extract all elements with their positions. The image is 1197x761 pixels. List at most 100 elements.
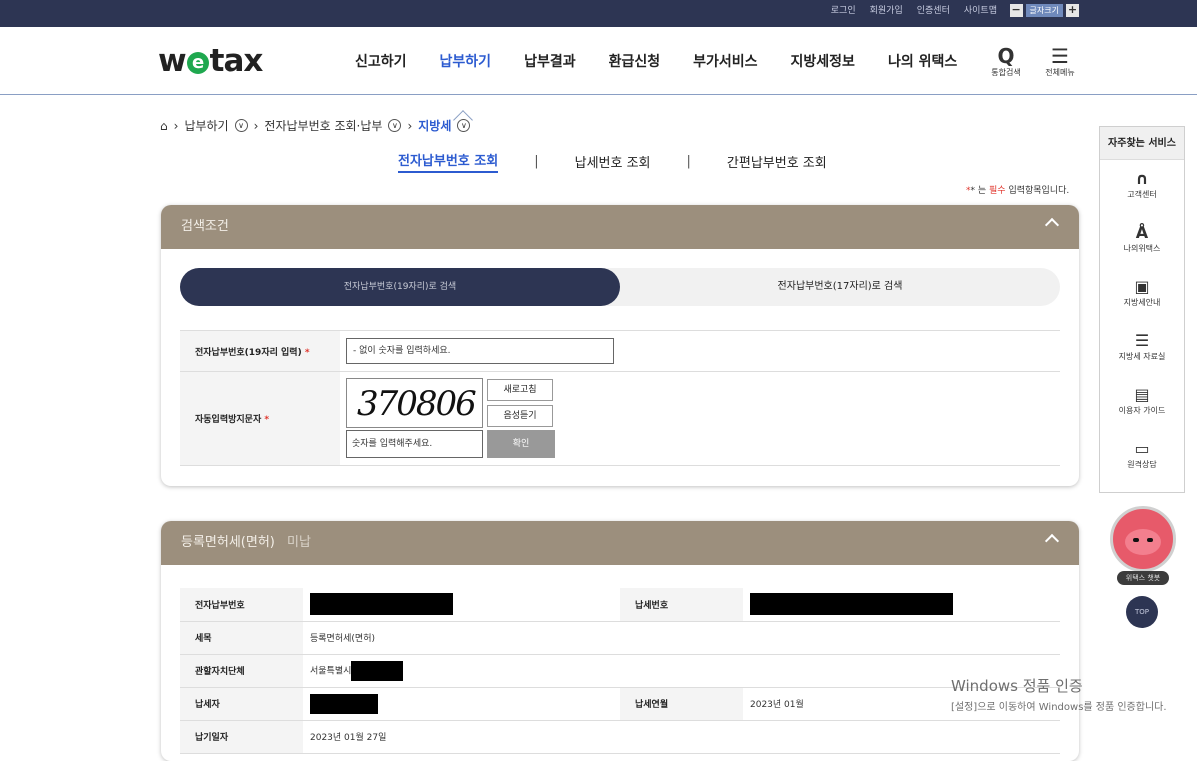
captcha-label: 자동입력방지문자 [195, 415, 262, 425]
breadcrumb: ⌂ › 납부하기 ∨ › 전자납부번호 조회·납부 ∨ › 지방세 ∨ [160, 117, 471, 134]
field-label: 전자납부번호(19자리 입력) * [180, 330, 340, 372]
tab-divider: | [534, 154, 539, 169]
result-panel: 등록면허세(면허) 미납 전자납부번호 납세번호 세목 등록면허세(면허) 관할… [161, 521, 1079, 761]
mascot-eye [1147, 538, 1153, 542]
robot-icon: ▣ [1134, 277, 1150, 296]
scroll-top-button[interactable]: TOP [1126, 596, 1158, 628]
epay-number-label: 전자납부번호 [180, 588, 303, 622]
chevron-down-icon[interactable]: ∨ [234, 119, 248, 132]
result-panel-header[interactable]: 등록면허세(면허) 미납 [161, 521, 1079, 565]
epay-number-input[interactable]: - 없이 숫자를 입력하세요. [346, 338, 614, 364]
tab-epay-number-lookup[interactable]: 전자납부번호 조회 [398, 150, 499, 173]
breadcrumb-separator: › [173, 118, 179, 133]
table-row: 납기일자 2023년 01월 27일 [180, 720, 1060, 754]
quick-item-my-wetax[interactable]: Å 나의위택스 [1100, 223, 1184, 268]
redacted-block [351, 660, 404, 681]
wetax-logo[interactable]: w e tax [158, 43, 264, 79]
jurisdiction-label: 관할자치단체 [180, 654, 303, 688]
breadcrumb-item-payment[interactable]: 납부하기 [184, 117, 228, 134]
captcha-refresh-button[interactable]: 새로고침 [487, 379, 553, 401]
captcha-input[interactable]: 숫자를 입력해주세요. [346, 430, 483, 458]
quick-item-customer-center[interactable]: ∩ 고객센터 [1100, 169, 1184, 214]
quick-item-label: 원격상담 [1127, 460, 1157, 469]
captcha-audio-button[interactable]: 음성듣기 [487, 405, 553, 427]
required-note-highlight: 필수 [989, 186, 1006, 196]
table-row: 전자납부번호 납세번호 [180, 588, 1060, 622]
headset-icon: ∩ [1135, 169, 1149, 188]
global-navigation: w e tax 신고하기 납부하기 납부결과 환급신청 부가서비스 지방세정보 나의… [0, 27, 1197, 130]
result-panel-status: 미납 [287, 535, 311, 550]
menu-local-tax-info[interactable]: 지방세정보 [791, 51, 855, 71]
windows-activation-watermark: Windows 정품 인증 [설정]으로 이동하여 Windows를 정품 인증… [951, 675, 1167, 713]
home-icon[interactable]: ⌂ [160, 119, 168, 133]
person-icon: Å [1135, 223, 1149, 242]
quick-item-label: 지방세 자료실 [1118, 352, 1166, 361]
tax-number-value [743, 588, 1060, 622]
quick-service-menu: 자주찾는 서비스 ∩ 고객센터 Å 나의위택스 ▣ 지방세안내 ☰ 지방세 자료… [1099, 126, 1185, 493]
quick-item-label: 고객센터 [1127, 190, 1157, 199]
main-menu: 신고하기 납부하기 납부결과 환급신청 부가서비스 지방세정보 나의 위택스 [355, 51, 990, 71]
top-utility-bar: 로그인 회원가입 인증센터 사이트맵 − 글자크기 + [0, 0, 1197, 27]
quick-item-label: 나의위택스 [1123, 244, 1161, 253]
tab-simple-pay-lookup[interactable]: 간편납부번호 조회 [727, 152, 827, 171]
quick-item-remote-support[interactable]: ▭ 원격상담 [1100, 439, 1184, 484]
tax-item-value: 등록면허세(면허) [303, 621, 1060, 655]
chevron-down-icon[interactable]: ∨ [388, 119, 402, 132]
tab-tax-number-lookup[interactable]: 납세번호 조회 [575, 152, 651, 171]
toggle-17-digit[interactable]: 전자납부번호(17자리)로 검색 [620, 268, 1060, 306]
field-label: 자동입력방지문자 * [180, 371, 340, 466]
mascot-eye [1133, 538, 1139, 542]
font-size-control: − 글자크기 + [1009, 4, 1079, 17]
signup-link[interactable]: 회원가입 [870, 3, 903, 16]
cert-center-link[interactable]: 인증센터 [917, 3, 950, 16]
monitor-icon: ▭ [1134, 439, 1150, 458]
menu-my-wetax[interactable]: 나의 위택스 [888, 51, 957, 71]
collapse-icon[interactable] [1044, 533, 1060, 549]
search-label: 통합검색 [991, 68, 1021, 77]
chat-icon: ▤ [1134, 385, 1150, 404]
menu-payment-result[interactable]: 납부결과 [524, 51, 576, 71]
menu-report[interactable]: 신고하기 [355, 51, 407, 71]
integrated-search-button[interactable]: Q 통합검색 [986, 45, 1026, 78]
chevron-down-icon[interactable]: ∨ [457, 119, 471, 132]
all-menu-button[interactable]: ☰ 전체메뉴 [1040, 45, 1080, 78]
required-note-suffix: 입력항목입니다. [1005, 186, 1070, 196]
menu-extra-services[interactable]: 부가서비스 [693, 51, 757, 71]
menu-refund[interactable]: 환급신청 [609, 51, 661, 71]
required-note-prefix: * 는 [970, 186, 990, 196]
collapse-icon[interactable] [1044, 217, 1060, 233]
breadcrumb-separator: › [253, 118, 259, 133]
confirm-button[interactable]: 확인 [487, 430, 555, 458]
search-type-toggle: 전자납부번호(19자리)로 검색 전자납부번호(17자리)로 검색 [180, 268, 1060, 306]
form-row: 전자납부번호(19자리 입력) * - 없이 숫자를 입력하세요. [180, 330, 1060, 372]
login-link[interactable]: 로그인 [831, 3, 856, 16]
logo-w: w [158, 43, 187, 79]
font-increase-button[interactable]: + [1066, 4, 1079, 17]
table-row: 납세자 납세연월 2023년 01월 [180, 687, 1060, 721]
sub-tabs: 전자납부번호 조회 | 납세번호 조회 | 간편납부번호 조회 [398, 150, 827, 173]
search-icon: Q [997, 44, 1015, 68]
chatbot-label[interactable]: 위택스 챗봇 [1117, 571, 1169, 585]
menu-payment[interactable]: 납부하기 [440, 51, 492, 71]
toggle-19-digit[interactable]: 전자납부번호(19자리)로 검색 [180, 268, 620, 306]
epay-number-value [303, 588, 620, 622]
search-form-table: 전자납부번호(19자리 입력) * - 없이 숫자를 입력하세요. 자동입력방지… [180, 330, 1060, 466]
captcha-cell: 370806 새로고침 음성듣기 숫자를 입력해주세요. 확인 [340, 371, 1060, 466]
redacted-block [310, 693, 378, 714]
font-size-label: 글자크기 [1025, 4, 1063, 17]
tax-item-label: 세목 [180, 621, 303, 655]
breadcrumb-current[interactable]: 지방세 [418, 117, 451, 134]
tax-period-label: 납세연월 [620, 687, 743, 721]
table-row: 세목 등록면허세(면허) [180, 621, 1060, 655]
font-decrease-button[interactable]: − [1009, 4, 1023, 17]
watermark-title: Windows 정품 인증 [951, 677, 1083, 695]
chatbot-mascot-button[interactable] [1110, 506, 1176, 572]
logo-tax: tax [209, 43, 264, 79]
quick-item-user-guide[interactable]: ▤ 이용자 가이드 [1100, 385, 1184, 430]
quick-item-label: 이용자 가이드 [1118, 406, 1166, 415]
breadcrumb-item-epay-lookup[interactable]: 전자납부번호 조회·납부 [264, 117, 382, 134]
quick-item-local-tax-guide[interactable]: ▣ 지방세안내 [1100, 277, 1184, 322]
sitemap-link[interactable]: 사이트맵 [964, 3, 997, 16]
search-panel-header[interactable]: 검색조건 [161, 205, 1079, 249]
quick-item-archive[interactable]: ☰ 지방세 자료실 [1100, 331, 1184, 376]
